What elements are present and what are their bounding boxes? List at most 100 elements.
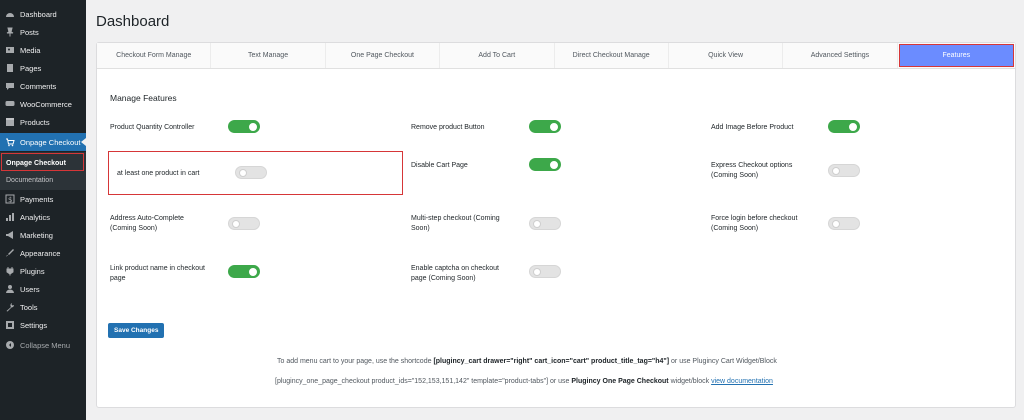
- settings-panel: Checkout Form Manage Text Manage One Pag…: [96, 42, 1016, 408]
- toggle-link-product-name[interactable]: [228, 265, 260, 278]
- toggle-knob: [239, 168, 247, 177]
- save-changes-button[interactable]: Save Changes: [108, 323, 165, 338]
- menu-label: Marketing: [20, 230, 53, 240]
- menu-marketing[interactable]: Marketing: [0, 226, 86, 244]
- toggle-product-quantity-controller[interactable]: [228, 120, 260, 133]
- tab-add-to-cart[interactable]: Add To Cart: [440, 43, 555, 68]
- comment-icon: [5, 81, 15, 91]
- analytics-icon: [5, 212, 15, 222]
- menu-label: Media: [20, 45, 41, 55]
- toggle-knob: [832, 166, 840, 175]
- feature-label: Force login before checkout (Coming Soon…: [711, 215, 798, 232]
- toggle-knob: [550, 160, 558, 169]
- note-text: [plugincy_one_page_checkout product_ids=…: [275, 378, 570, 385]
- toggle-knob: [550, 122, 558, 131]
- pin-icon: [5, 27, 15, 37]
- menu-products[interactable]: Products: [0, 113, 86, 131]
- megaphone-icon: [5, 230, 15, 240]
- note-text: To add menu cart to your page, use the s…: [277, 358, 432, 365]
- section-title: Manage Features: [110, 93, 177, 103]
- tab-bar: Checkout Form Manage Text Manage One Pag…: [97, 43, 1015, 69]
- shortcode-note-1: To add menu cart to your page, use the s…: [277, 358, 777, 365]
- toggle-force-login[interactable]: [828, 217, 860, 230]
- feature-label: Link product name in checkout page: [110, 265, 205, 282]
- toggle-multi-step-checkout[interactable]: [529, 217, 561, 230]
- menu-label: Payments: [20, 194, 54, 204]
- toggle-add-image-before-product[interactable]: [828, 120, 860, 133]
- menu-pages[interactable]: Pages: [0, 59, 86, 77]
- toggle-knob: [232, 219, 240, 228]
- toggle-express-checkout[interactable]: [828, 164, 860, 177]
- users-icon: [5, 284, 15, 294]
- tab-advanced-settings[interactable]: Advanced Settings: [783, 43, 898, 68]
- cart-icon: [5, 137, 15, 147]
- menu-onpage-checkout[interactable]: Onpage Checkout: [0, 133, 86, 151]
- menu-posts[interactable]: Posts: [0, 23, 86, 41]
- menu-payments[interactable]: $ Payments: [0, 190, 86, 208]
- menu-appearance[interactable]: Appearance: [0, 244, 86, 262]
- feature-label: Disable Cart Page: [411, 162, 468, 169]
- menu-label: Posts: [20, 27, 39, 37]
- products-icon: [5, 117, 15, 127]
- feature-label: Express Checkout options (Coming Soon): [711, 162, 793, 179]
- feature-label: Add Image Before Product: [711, 124, 794, 131]
- note-text: widget/block: [670, 378, 710, 385]
- tab-text-manage[interactable]: Text Manage: [211, 43, 326, 68]
- shortcode-note-2: [plugincy_one_page_checkout product_ids=…: [275, 378, 773, 385]
- tab-one-page-checkout[interactable]: One Page Checkout: [326, 43, 441, 68]
- menu-plugins[interactable]: Plugins: [0, 262, 86, 280]
- feature-label: at least one product in cart: [117, 170, 200, 177]
- admin-sidebar: Dashboard Posts Media Pages Comments Woo…: [0, 0, 86, 420]
- menu-label: Tools: [20, 302, 38, 312]
- toggle-knob: [249, 122, 257, 131]
- page-icon: [5, 63, 15, 73]
- menu-tools[interactable]: Tools: [0, 298, 86, 316]
- submenu-documentation[interactable]: Documentation: [0, 171, 86, 189]
- menu-label: WooCommerce: [20, 99, 72, 109]
- toggle-remove-product-button[interactable]: [529, 120, 561, 133]
- view-documentation-link[interactable]: view documentation: [711, 378, 773, 385]
- toggle-knob: [849, 122, 857, 131]
- highlight-box-submenu: [1, 153, 84, 171]
- menu-settings[interactable]: Settings: [0, 316, 86, 334]
- menu-label: Analytics: [20, 212, 51, 222]
- feature-label: Address Auto-Complete (Coming Soon): [110, 215, 184, 232]
- feature-label: Multi-step checkout (Coming Soon): [411, 215, 500, 232]
- menu-dashboard[interactable]: Dashboard: [0, 5, 86, 23]
- menu-label: Appearance: [20, 248, 61, 258]
- settings-icon: [5, 320, 15, 330]
- plugin-icon: [5, 266, 15, 276]
- media-icon: [5, 45, 15, 55]
- toggle-at-least-one-product[interactable]: [235, 166, 267, 179]
- collapse-icon: [5, 340, 15, 350]
- dollar-icon: $: [5, 194, 15, 204]
- menu-collapse[interactable]: Collapse Menu: [0, 336, 86, 354]
- toggle-address-auto-complete[interactable]: [228, 217, 260, 230]
- menu-label: Pages: [20, 63, 42, 73]
- svg-text:$: $: [8, 196, 12, 204]
- toggle-enable-captcha[interactable]: [529, 265, 561, 278]
- menu-comments[interactable]: Comments: [0, 77, 86, 95]
- tab-features[interactable]: Features: [898, 44, 1014, 67]
- toggle-disable-cart-page[interactable]: [529, 158, 561, 171]
- menu-analytics[interactable]: Analytics: [0, 208, 86, 226]
- menu-label: Collapse Menu: [20, 340, 71, 350]
- menu-media[interactable]: Media: [0, 41, 86, 59]
- note-shortcode: [plugincy_cart drawer="right" cart_icon=…: [433, 358, 670, 365]
- tab-checkout-form-manage[interactable]: Checkout Form Manage: [97, 43, 212, 68]
- toggle-knob: [249, 267, 257, 276]
- dashboard-icon: [5, 9, 15, 19]
- menu-label: Products: [20, 117, 50, 127]
- feature-label: Product Quantity Controller: [110, 124, 195, 131]
- page-title: Dashboard: [96, 13, 170, 30]
- menu-woocommerce[interactable]: WooCommerce: [0, 95, 86, 113]
- note-text: or use Plugincy Cart Widget/Block: [671, 358, 777, 365]
- tab-direct-checkout-manage[interactable]: Direct Checkout Manage: [555, 43, 669, 68]
- tab-quick-view[interactable]: Quick View: [669, 43, 784, 68]
- toggle-knob: [533, 267, 541, 276]
- brush-icon: [5, 248, 15, 258]
- menu-label: Settings: [20, 320, 48, 330]
- menu-label: Comments: [20, 81, 57, 91]
- menu-users[interactable]: Users: [0, 280, 86, 298]
- wrench-icon: [5, 302, 15, 312]
